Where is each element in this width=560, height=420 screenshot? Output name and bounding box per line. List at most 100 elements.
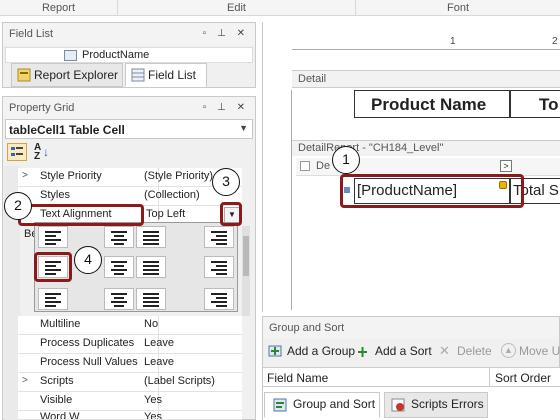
add-sort-icon xyxy=(358,347,367,357)
align-right-icon xyxy=(211,261,227,275)
align-middle-center-button[interactable] xyxy=(104,256,134,278)
property-value: Leave xyxy=(144,356,174,368)
property-value: Yes xyxy=(144,394,162,406)
column-header[interactable]: Sort Order xyxy=(495,371,551,385)
property-grid-title: Property Grid xyxy=(9,102,75,114)
group-sort-grid-header: Field Name Sort Order xyxy=(263,367,560,388)
horizontal-ruler: 1 2 xyxy=(292,36,560,50)
panel-controls[interactable]: ▫ ⊥ ✕ xyxy=(203,23,249,45)
expand-icon[interactable]: > xyxy=(22,375,28,386)
align-bottom-center-button[interactable] xyxy=(104,288,134,310)
alphabetical-button[interactable]: AZ ↓ xyxy=(31,143,51,162)
table-header-text: To xyxy=(539,95,559,114)
align-top-center-button[interactable] xyxy=(104,226,134,248)
band-label: Detail xyxy=(298,73,327,85)
align-top-justify-button[interactable] xyxy=(136,226,166,248)
column-header[interactable]: Field Name xyxy=(267,371,328,385)
property-key: Visible xyxy=(40,394,73,406)
highlight-align-option xyxy=(34,252,72,282)
align-justify-icon xyxy=(143,293,159,307)
align-center-icon xyxy=(111,261,127,275)
property-value[interactable]: Top Left xyxy=(146,208,185,220)
band-icon xyxy=(300,161,310,171)
property-row-scripts[interactable]: > Scripts (Label Scripts) xyxy=(18,373,242,392)
expand-icon[interactable]: > xyxy=(22,170,28,181)
callout-4: 4 xyxy=(74,246,102,274)
align-justify-icon xyxy=(143,231,159,245)
tab-report-explorer[interactable]: Report Explorer xyxy=(11,63,123,87)
property-value: (Label Scripts) xyxy=(144,375,215,387)
group-sort-header: Group and Sort xyxy=(263,317,559,339)
tab-field-list-label: Field List xyxy=(148,68,197,82)
align-center-icon xyxy=(111,231,127,245)
highlight-dropdown xyxy=(220,202,242,226)
tab-group-and-sort[interactable]: Group and Sort xyxy=(264,392,380,418)
align-left-icon xyxy=(45,231,61,245)
delete-icon: ✕ xyxy=(439,343,450,358)
group-sort-title: Group and Sort xyxy=(269,322,345,334)
property-value: No xyxy=(144,318,159,330)
tab-scripts-errors[interactable]: Scripts Errors xyxy=(384,392,488,418)
selection-combobox[interactable]: tableCell1 Table Cell ▼ xyxy=(5,119,253,139)
property-row-process-null-values[interactable]: Process Null Values Leave xyxy=(18,354,242,373)
band-label: DetailReport - "CH184_Level" xyxy=(298,142,444,154)
add-sort-label: Add a Sort xyxy=(375,344,432,358)
delete-label: Delete xyxy=(457,344,492,358)
chevron-down-icon[interactable]: ▼ xyxy=(239,123,248,133)
property-value: Yes xyxy=(144,411,162,420)
ribbon-group-edit: Edit xyxy=(118,0,356,16)
align-middle-justify-button[interactable] xyxy=(136,256,166,278)
vertical-ruler xyxy=(278,90,292,310)
ruler-number: 1 xyxy=(450,36,456,47)
selection-label: tableCell1 Table Cell xyxy=(9,123,125,137)
field-list-header: Field List ▫ ⊥ ✕ xyxy=(3,23,255,45)
dropdown-scrollbar[interactable] xyxy=(242,226,250,316)
align-top-left-button[interactable] xyxy=(38,226,68,248)
ribbon-group-captions: Report Edit Font xyxy=(0,0,560,16)
ruler-number: 2 xyxy=(552,36,558,47)
property-row-process-duplicates[interactable]: Process Duplicates Leave xyxy=(18,335,242,354)
property-key: Word W xyxy=(40,411,80,420)
property-key: Process Duplicates xyxy=(40,337,135,349)
align-left-icon xyxy=(45,293,61,307)
align-right-icon xyxy=(211,293,227,307)
property-row-multiline[interactable]: Multiline No xyxy=(18,316,242,335)
add-group-label: Add a Group xyxy=(287,344,356,358)
panel-controls[interactable]: ▫ ⊥ ✕ xyxy=(203,97,249,119)
categorized-button[interactable] xyxy=(7,143,27,161)
field-list-icon xyxy=(131,68,145,82)
property-key: Multiline xyxy=(40,318,81,330)
property-row-word-wrap[interactable]: Word W Yes xyxy=(18,411,242,420)
table-header-cell[interactable]: Product Name xyxy=(354,90,510,118)
align-top-right-button[interactable] xyxy=(204,226,234,248)
report-explorer-icon xyxy=(17,68,31,82)
table-header-text: Product Name xyxy=(371,95,487,114)
field-list-item[interactable]: ProductName xyxy=(82,49,149,61)
move-up-icon: ▲ xyxy=(501,343,516,358)
callout-2: 2 xyxy=(4,192,32,220)
band-detail-header[interactable]: Detail xyxy=(292,70,560,88)
table-header-cell[interactable]: To xyxy=(510,90,560,118)
highlight-text-alignment xyxy=(18,204,144,226)
align-bottom-left-button[interactable] xyxy=(38,288,68,310)
property-row-style-priority[interactable]: > Style Priority (Style Priority) xyxy=(18,168,242,187)
sort-arrow-icon: ↓ xyxy=(43,145,49,159)
tab-group-and-sort-label: Group and Sort xyxy=(293,397,376,411)
align-middle-right-button[interactable] xyxy=(204,256,234,278)
smart-tag-icon[interactable]: > xyxy=(500,160,512,172)
property-key: Styles xyxy=(40,189,70,201)
highlight-cell xyxy=(340,174,524,208)
field-list-panel: Field List ▫ ⊥ ✕ ProductName Report Expl… xyxy=(2,22,256,88)
tab-report-explorer-label: Report Explorer xyxy=(34,68,119,82)
align-bottom-justify-button[interactable] xyxy=(136,288,166,310)
scrollbar-thumb[interactable] xyxy=(243,236,249,276)
property-row-visible[interactable]: Visible Yes xyxy=(18,392,242,411)
ribbon-group-font: Font xyxy=(446,2,469,14)
align-bottom-right-button[interactable] xyxy=(204,288,234,310)
table-icon xyxy=(64,50,77,61)
property-grid-header: Property Grid ▫ ⊥ ✕ xyxy=(3,97,255,119)
tab-scripts-errors-label: Scripts Errors xyxy=(411,397,484,411)
callout-3: 3 xyxy=(212,168,240,196)
tab-field-list[interactable]: Field List xyxy=(125,63,207,87)
property-key: Scripts xyxy=(40,375,74,387)
